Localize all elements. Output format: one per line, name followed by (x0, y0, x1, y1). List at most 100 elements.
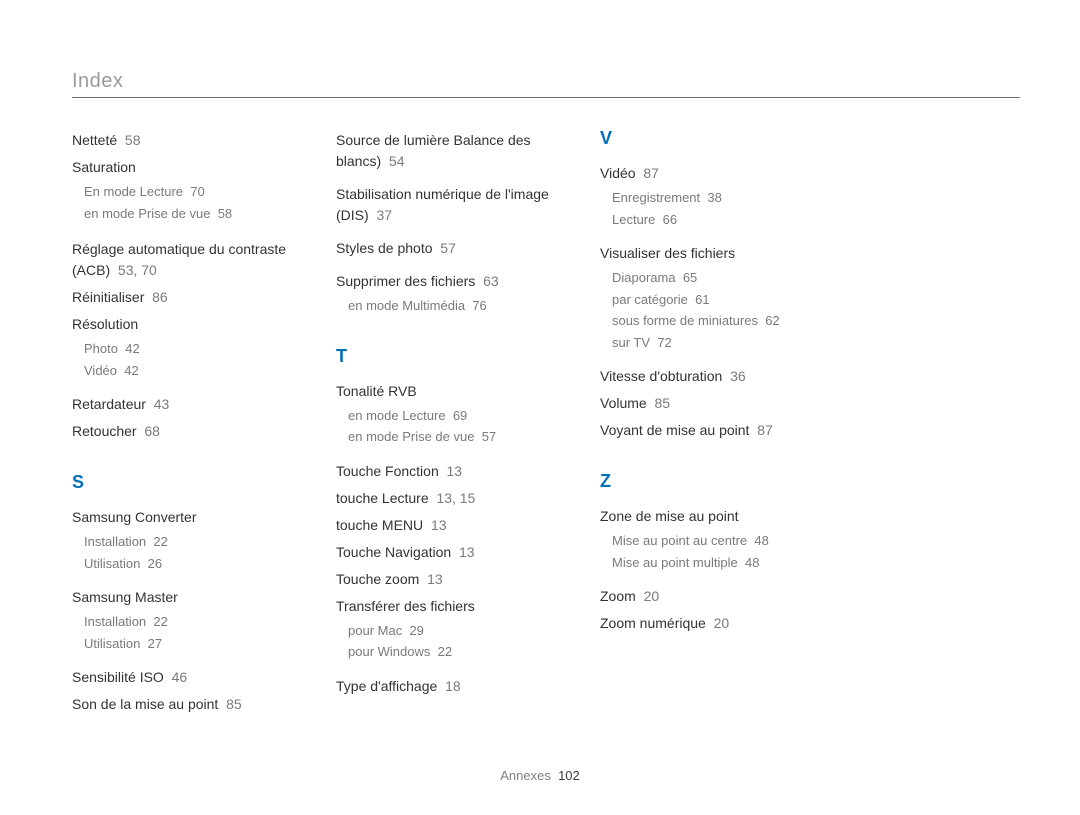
footer-section: Annexes (500, 768, 551, 783)
index-entry[interactable]: Supprimer des fichiers 63 (336, 271, 564, 292)
index-subentry[interactable]: Diaporama 65 (600, 268, 828, 288)
index-entry[interactable]: Touche zoom 13 (336, 569, 564, 590)
index-entry[interactable]: Réglage automatique du contraste (ACB) 5… (72, 239, 300, 281)
index-subentry[interactable]: Installation 22 (72, 532, 300, 552)
index-entry[interactable]: Retoucher 68 (72, 421, 300, 442)
index-subentry[interactable]: pour Windows 22 (336, 642, 564, 662)
index-entry[interactable]: Source de lumière Balance des blancs) 54 (336, 130, 564, 172)
page-ref: 29 (409, 623, 423, 638)
page-ref: 58 (125, 132, 141, 148)
index-entry[interactable]: Vidéo 87 (600, 163, 828, 184)
term-text: Zoom numérique (600, 615, 706, 631)
index-subentry[interactable]: en mode Prise de vue 57 (336, 427, 564, 447)
index-subentry[interactable]: en mode Prise de vue 58 (72, 204, 300, 224)
index-entry[interactable]: Zone de mise au point (600, 506, 828, 527)
page-ref: 54 (389, 153, 405, 169)
index-subentry[interactable]: sous forme de miniatures 62 (600, 311, 828, 331)
term-text: Volume (600, 395, 647, 411)
sub-text: sous forme de miniatures (612, 313, 758, 328)
index-subentry[interactable]: En mode Lecture 70 (72, 182, 300, 202)
index-entry[interactable]: touche MENU 13 (336, 515, 564, 536)
index-entry[interactable]: Visualiser des fichiers (600, 243, 828, 264)
sub-text: en mode Prise de vue (84, 206, 210, 221)
sub-text: pour Windows (348, 644, 430, 659)
index-entry[interactable]: Zoom numérique 20 (600, 613, 828, 634)
page-title: Index (72, 70, 1020, 98)
page-ref: 76 (472, 298, 486, 313)
page-ref: 13 (431, 517, 447, 533)
index-subentry[interactable]: pour Mac 29 (336, 621, 564, 641)
page-ref: 26 (148, 556, 162, 571)
index-entry[interactable]: Netteté 58 (72, 130, 300, 151)
index-entry[interactable]: Samsung Converter (72, 507, 300, 528)
sub-text: par catégorie (612, 292, 688, 307)
index-entry[interactable]: Type d'affichage 18 (336, 676, 564, 697)
footer-page-number: 102 (558, 768, 580, 783)
index-subentry[interactable]: Photo 42 (72, 339, 300, 359)
index-entry[interactable]: Son de la mise au point 85 (72, 694, 300, 715)
index-entry[interactable]: Vitesse d'obturation 36 (600, 366, 828, 387)
index-subentry[interactable]: sur TV 72 (600, 333, 828, 353)
index-entry[interactable]: Volume 85 (600, 393, 828, 414)
sub-text: Mise au point au centre (612, 533, 747, 548)
index-entry[interactable]: Voyant de mise au point 87 (600, 420, 828, 441)
page-ref: 20 (644, 588, 660, 604)
term-text: Supprimer des fichiers (336, 273, 475, 289)
index-subentry[interactable]: Enregistrement 38 (600, 188, 828, 208)
term-text: Retardateur (72, 396, 146, 412)
term-text: Zoom (600, 588, 636, 604)
page-ref: 42 (124, 363, 138, 378)
index-subentry[interactable]: Lecture 66 (600, 210, 828, 230)
index-subentry[interactable]: Utilisation 26 (72, 554, 300, 574)
index-entry[interactable]: Zoom 20 (600, 586, 828, 607)
page-ref: 22 (438, 644, 452, 659)
term-text: Vidéo (600, 165, 636, 181)
page-ref: 13 (447, 463, 463, 479)
term-text: Touche zoom (336, 571, 419, 587)
index-entry[interactable]: touche Lecture 13, 15 (336, 488, 564, 509)
index-entry[interactable]: Réinitialiser 86 (72, 287, 300, 308)
page-ref: 86 (152, 289, 168, 305)
term-text: touche MENU (336, 517, 423, 533)
index-entry[interactable]: Stabilisation numérique de l'image (DIS)… (336, 184, 564, 226)
term-text: Son de la mise au point (72, 696, 218, 712)
index-subentry[interactable]: par catégorie 61 (600, 290, 828, 310)
index-entry[interactable]: Touche Navigation 13 (336, 542, 564, 563)
index-page: Index Netteté 58 Saturation En mode Lect… (0, 0, 1080, 815)
index-entry[interactable]: Résolution (72, 314, 300, 335)
page-ref: 70 (190, 184, 204, 199)
index-entry[interactable]: Styles de photo 57 (336, 238, 564, 259)
index-entry[interactable]: Transférer des fichiers (336, 596, 564, 617)
index-entry[interactable]: Samsung Master (72, 587, 300, 608)
sub-text: Lecture (612, 212, 655, 227)
page-ref: 22 (153, 534, 167, 549)
col-1: Netteté 58 Saturation En mode Lecture 70… (72, 124, 300, 719)
sub-text: pour Mac (348, 623, 402, 638)
index-entry[interactable]: Retardateur 43 (72, 394, 300, 415)
index-subentry[interactable]: Installation 22 (72, 612, 300, 632)
sub-text: Utilisation (84, 636, 140, 651)
index-subentry[interactable]: Mise au point multiple 48 (600, 553, 828, 573)
index-entry[interactable]: Tonalité RVB (336, 381, 564, 402)
index-subentry[interactable]: Utilisation 27 (72, 634, 300, 654)
page-ref: 57 (440, 240, 456, 256)
page-ref: 18 (445, 678, 461, 694)
index-subentry[interactable]: en mode Lecture 69 (336, 406, 564, 426)
term-text: Réglage automatique du contraste (ACB) (72, 241, 286, 278)
page-ref: 87 (643, 165, 659, 181)
alpha-heading-v: V (600, 128, 828, 149)
term-text: Touche Navigation (336, 544, 451, 560)
index-subentry[interactable]: en mode Multimédia 76 (336, 296, 564, 316)
index-entry[interactable]: Touche Fonction 13 (336, 461, 564, 482)
index-subentry[interactable]: Mise au point au centre 48 (600, 531, 828, 551)
page-ref: 57 (482, 429, 496, 444)
index-entry[interactable]: Saturation (72, 157, 300, 178)
sub-text: sur TV (612, 335, 650, 350)
page-ref: 68 (144, 423, 160, 439)
sub-text: En mode Lecture (84, 184, 183, 199)
index-entry[interactable]: Sensibilité ISO 46 (72, 667, 300, 688)
term-text: Stabilisation numérique de l'image (DIS) (336, 186, 549, 223)
page-ref: 62 (765, 313, 779, 328)
index-subentry[interactable]: Vidéo 42 (72, 361, 300, 381)
col-3: V Vidéo 87 Enregistrement 38 Lecture 66 … (600, 124, 828, 719)
